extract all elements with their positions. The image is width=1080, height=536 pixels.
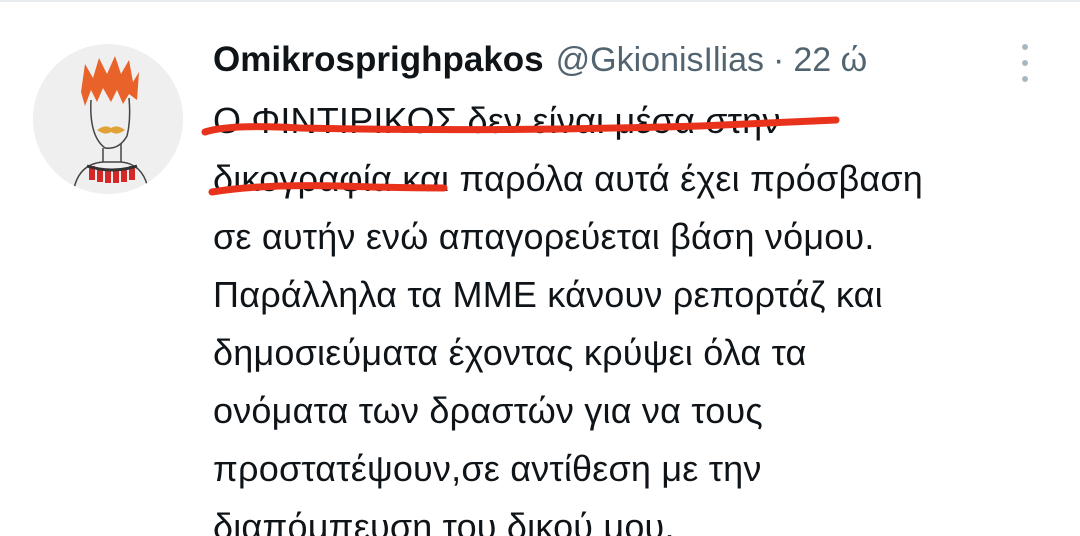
timestamp[interactable]: 22 ώ: [793, 41, 867, 80]
avatar-illustration: [33, 44, 183, 194]
tweet-text-line: Παράλληλα τα ΜΜΕ κάνουν ρεπορτάζ και: [213, 274, 883, 315]
more-options-icon[interactable]: [1016, 44, 1034, 82]
tweet-text-line: δημοσιεύματα έχοντας κρύψει όλα τα: [213, 332, 807, 373]
avatar[interactable]: [33, 44, 183, 194]
user-handle[interactable]: @GkionisIlias: [556, 41, 764, 80]
tweet-text-line: ονόματα των δραστών για να τους: [213, 390, 763, 431]
tweet-text-line: Ο ΦΙΝΤΙΡΙΚΟΣ δεν είναι μέσα στην: [213, 100, 781, 141]
tweet-header: Omikrosprighpakos @GkionisIlias · 22 ώ: [213, 40, 867, 90]
display-name[interactable]: Omikrosprighpakos: [213, 40, 544, 80]
tweet-text: Ο ΦΙΝΤΙΡΙΚΟΣ δεν είναι μέσα στην δικογρα…: [213, 92, 1053, 536]
tweet-text-line: σε αυτήν ενώ απαγορεύεται βάση νόμου.: [213, 216, 875, 257]
tweet-text-line: προστατέψουν,σε αντίθεση με την: [213, 448, 762, 489]
tweet-text-line: δικογραφία και παρόλα αυτά έχει πρόσβαση: [213, 158, 923, 199]
tweet-text-line: διαπόμπευση του δικού μου.: [213, 506, 675, 536]
tweet-card[interactable]: Omikrosprighpakos @GkionisIlias · 22 ώ Ο…: [0, 0, 1080, 536]
separator-dot: ·: [773, 41, 785, 79]
